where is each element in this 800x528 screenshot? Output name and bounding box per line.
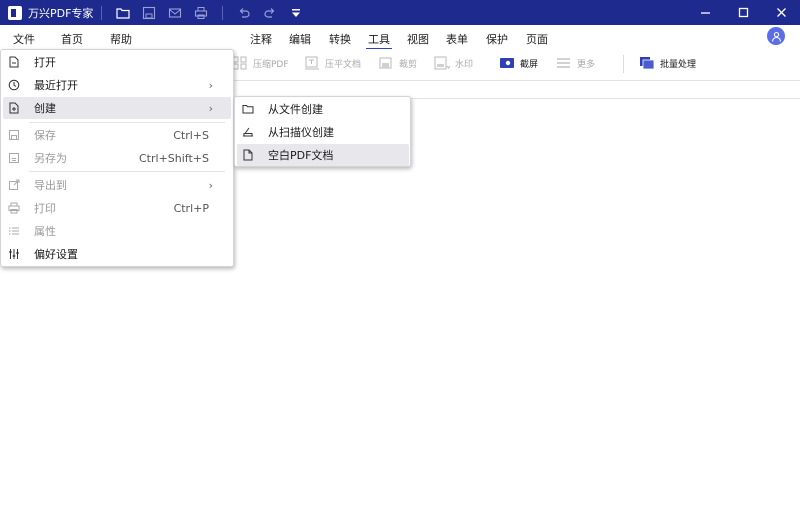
print-icon[interactable] xyxy=(193,5,209,21)
submenu-item-label: 从扫描仪创建 xyxy=(268,126,334,139)
tab-edit[interactable]: 编辑 xyxy=(289,31,311,47)
menu-home[interactable]: 首页 xyxy=(61,31,83,47)
clock-icon xyxy=(8,79,20,91)
menu-item-properties[interactable]: 属性 xyxy=(3,220,231,242)
close-icon[interactable] xyxy=(762,0,800,25)
create-file-icon xyxy=(8,102,20,114)
open-folder-icon[interactable] xyxy=(115,5,131,21)
title-bar: 万兴PDF专家 xyxy=(0,0,800,25)
menu-help[interactable]: 帮助 xyxy=(110,31,132,47)
menu-item-preferences[interactable]: 偏好设置 xyxy=(3,243,231,265)
menu-item-label: 打开 xyxy=(34,56,56,69)
redo-icon[interactable] xyxy=(262,5,278,21)
window-controls xyxy=(686,0,800,25)
customize-icon[interactable] xyxy=(288,5,304,21)
submenu-item-from-scanner[interactable]: 从扫描仪创建 xyxy=(237,121,409,143)
submenu-item-label: 空白PDF文档 xyxy=(268,149,334,162)
compress-pdf-button[interactable]: 压缩PDF xyxy=(232,56,289,70)
watermark-button[interactable]: 水印 xyxy=(434,56,473,70)
menu-item-label: 偏好设置 xyxy=(34,248,78,261)
create-submenu: 从文件创建 从扫描仪创建 空白PDF文档 xyxy=(234,96,411,167)
save-icon[interactable] xyxy=(141,5,157,21)
tab-view[interactable]: 视图 xyxy=(407,31,429,47)
more-label: 更多 xyxy=(577,59,596,70)
title-separator xyxy=(101,5,103,20)
menu-item-label: 另存为 xyxy=(34,152,67,165)
flatten-button[interactable]: 压平文档 xyxy=(304,56,361,70)
open-file-icon xyxy=(8,56,20,68)
tab-page[interactable]: 页面 xyxy=(526,31,548,47)
toolbar-separator xyxy=(623,55,624,73)
app-logo-icon xyxy=(8,5,22,20)
undo-icon[interactable] xyxy=(236,5,252,21)
menu-item-label: 最近打开 xyxy=(34,79,78,92)
submenu-item-blank-pdf[interactable]: 空白PDF文档 xyxy=(237,144,409,166)
shortcut-label: Ctrl+P xyxy=(173,201,209,215)
menu-item-print[interactable]: 打印 Ctrl+P xyxy=(3,197,231,219)
app-title: 万兴PDF专家 xyxy=(28,6,94,20)
mail-icon[interactable] xyxy=(167,5,183,21)
menu-item-save-as[interactable]: 另存为 Ctrl+Shift+S xyxy=(3,147,231,169)
save-icon xyxy=(8,129,20,141)
menu-item-label: 属性 xyxy=(34,225,56,238)
menu-item-create[interactable]: 创建 › xyxy=(3,97,231,119)
submenu-arrow-icon: › xyxy=(208,101,213,115)
menu-separator xyxy=(29,171,225,172)
flatten-label: 压平文档 xyxy=(325,59,362,70)
submenu-item-label: 从文件创建 xyxy=(268,103,323,116)
compress-icon xyxy=(232,56,248,70)
shortcut-label: Ctrl+Shift+S xyxy=(139,151,209,165)
menu-item-save[interactable]: 保存 Ctrl+S xyxy=(3,124,231,146)
tab-annotate[interactable]: 注释 xyxy=(250,31,272,47)
menu-item-label: 保存 xyxy=(34,129,56,142)
menu-item-export[interactable]: 导出到 › xyxy=(3,174,231,196)
submenu-arrow-icon: › xyxy=(208,178,213,192)
menu-file[interactable]: 文件 xyxy=(13,31,35,47)
title-separator xyxy=(222,5,224,20)
maximize-icon[interactable] xyxy=(724,0,762,25)
submenu-item-from-file[interactable]: 从文件创建 xyxy=(237,98,409,120)
user-avatar-icon[interactable] xyxy=(767,27,785,45)
menu-item-label: 导出到 xyxy=(34,179,67,192)
screenshot-label: 截屏 xyxy=(520,59,539,70)
menu-item-open[interactable]: 打开 xyxy=(3,51,231,73)
file-menu-dropdown: 打开 最近打开 › 创建 › 保存 Ctrl+S 另存为 Ctrl+Shift+… xyxy=(0,49,234,267)
menu-item-recent[interactable]: 最近打开 › xyxy=(3,74,231,96)
more-icon xyxy=(556,56,572,70)
watermark-label: 水印 xyxy=(455,59,474,70)
more-button[interactable]: 更多 xyxy=(556,56,595,70)
crop-label: 裁剪 xyxy=(399,59,418,70)
crop-icon xyxy=(378,56,394,70)
batch-icon xyxy=(639,56,655,70)
menu-separator xyxy=(29,122,225,123)
compress-label: 压缩PDF xyxy=(253,59,289,70)
sliders-icon xyxy=(8,248,20,260)
tab-convert[interactable]: 转换 xyxy=(329,31,351,47)
tab-protect[interactable]: 保护 xyxy=(486,31,508,47)
scanner-icon xyxy=(242,126,254,138)
batch-process-button[interactable]: 批量处理 xyxy=(639,56,696,70)
crop-button[interactable]: 裁剪 xyxy=(378,56,417,70)
menu-item-label: 打印 xyxy=(34,202,56,215)
tab-tools[interactable]: 工具 xyxy=(366,31,392,50)
screenshot-icon xyxy=(499,56,515,70)
minimize-icon[interactable] xyxy=(686,0,724,25)
save-as-icon xyxy=(8,152,20,164)
menu-item-label: 创建 xyxy=(34,102,56,115)
flatten-icon xyxy=(304,56,320,70)
shortcut-label: Ctrl+S xyxy=(173,128,209,142)
watermark-icon xyxy=(434,56,450,70)
menu-bar: 文件 首页 帮助 注释 编辑 转换 工具 视图 表单 保护 页面 xyxy=(0,25,800,50)
tab-form[interactable]: 表单 xyxy=(446,31,468,47)
export-icon xyxy=(8,179,20,191)
batch-label: 批量处理 xyxy=(660,59,697,70)
list-icon xyxy=(8,225,20,237)
submenu-arrow-icon: › xyxy=(208,78,213,92)
folder-icon xyxy=(242,103,254,115)
print-icon xyxy=(8,202,20,214)
blank-document-icon xyxy=(242,149,254,161)
screenshot-button[interactable]: 截屏 xyxy=(499,56,538,70)
